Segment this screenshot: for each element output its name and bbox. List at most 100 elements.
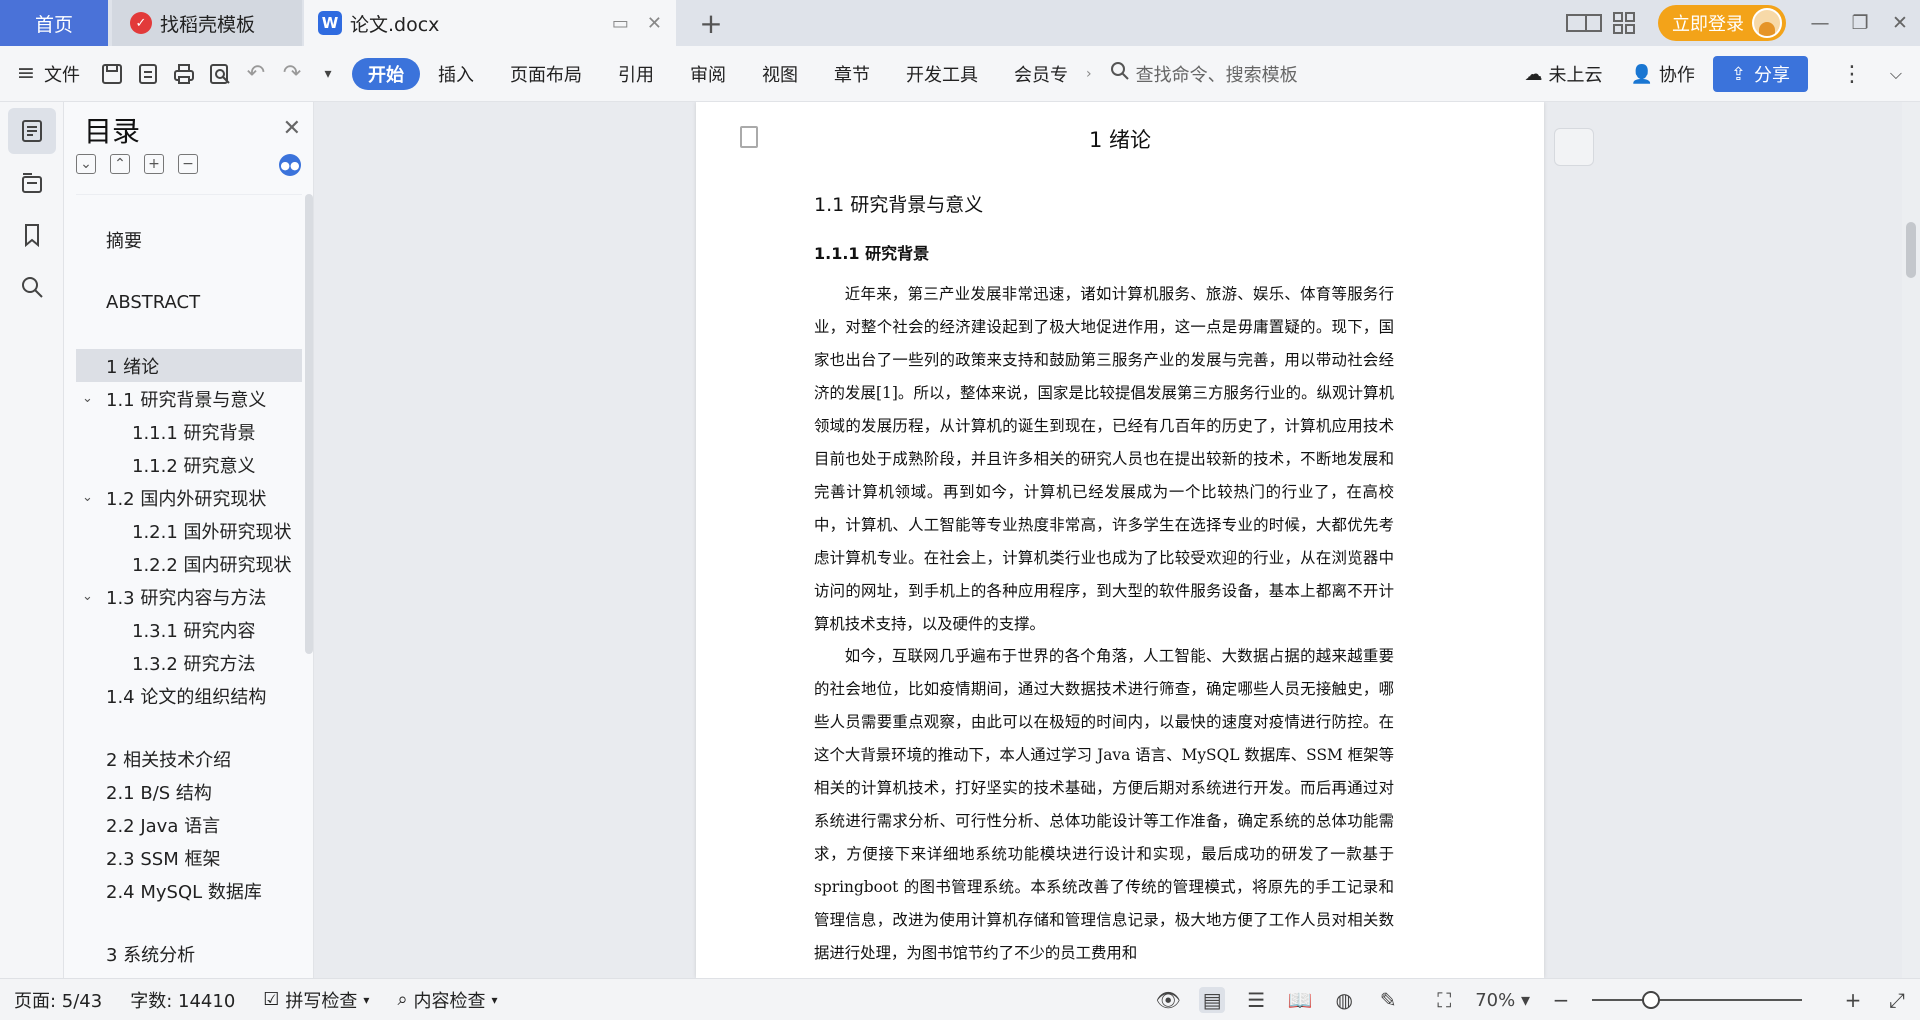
menu-icon[interactable]: ≡ (8, 46, 44, 102)
zoom-slider[interactable] (1592, 991, 1802, 1009)
content-check-icon: ⌕ (397, 989, 408, 1010)
login-button[interactable]: 立即登录 (1658, 5, 1786, 41)
collapse-ribbon-icon[interactable]: ⌵ (1878, 46, 1914, 102)
toc-item[interactable]: 2.3 SSM 框架 (76, 841, 302, 874)
user-add-icon: 👤 (1630, 63, 1653, 85)
chevron-down-icon[interactable]: ⌄ (82, 589, 100, 604)
new-tab-icon[interactable]: + (694, 6, 728, 40)
body-paragraph: 近年来，第三产业发展非常迅速，诸如计算机服务、旅游、娱乐、体育等服务行业，对整个… (814, 285, 1394, 633)
web-view-icon[interactable]: ◍ (1331, 987, 1357, 1013)
tab-developer[interactable]: 开发工具 (888, 46, 996, 102)
expand-all-icon[interactable]: ⌄ (76, 154, 96, 174)
toc-panel-icon[interactable] (8, 108, 56, 154)
toc-item[interactable]: 2.1 B/S 结构 (76, 775, 302, 808)
toc-item[interactable]: 1.4 论文的组织结构 (76, 679, 302, 712)
toc-item[interactable]: 1.2.2 国内研究现状 (76, 547, 302, 580)
more-options-icon[interactable]: ⋮ (1834, 46, 1870, 102)
tab-home[interactable]: 首页 (0, 0, 108, 46)
cloud-status[interactable]: ☁ 未上云 (1514, 46, 1612, 102)
print-preview-icon[interactable] (202, 46, 238, 102)
chapter-nav-icon[interactable] (8, 160, 56, 206)
float-toolbar-button[interactable] (1554, 128, 1594, 166)
undo-icon[interactable]: ↶ (238, 46, 274, 102)
add-heading-icon[interactable]: + (144, 154, 164, 174)
reading-mode-icon[interactable] (1564, 0, 1604, 46)
toc-item[interactable]: 1.2.1 国外研究现状 (76, 514, 302, 547)
close-tab-icon[interactable]: ✕ (647, 13, 662, 34)
close-icon[interactable]: ✕ (283, 116, 301, 141)
toc-item[interactable]: ⌄ 1.3 研究内容与方法 (76, 580, 302, 613)
zoom-level[interactable]: 70% ▾ (1475, 990, 1530, 1011)
tab-template[interactable]: ✓ 找稻壳模板 (112, 0, 302, 46)
tab-review[interactable]: 审阅 (672, 46, 744, 102)
zoom-out-icon[interactable]: − (1548, 987, 1574, 1013)
chevron-down-icon[interactable]: ⌄ (82, 490, 100, 505)
eye-protection-icon[interactable]: 👁 (1155, 987, 1181, 1013)
document-page[interactable]: 1 绪论 1.1 研究背景与意义 1.1.1 研究背景 近年来，第三产业发展非常… (696, 102, 1544, 978)
toc-item[interactable]: 2.4 MySQL 数据库 (76, 874, 302, 907)
restore-icon[interactable]: ❐ (1840, 0, 1880, 46)
toc-item[interactable]: ABSTRACT (76, 286, 302, 319)
chevron-down-icon[interactable]: ⌄ (82, 391, 100, 406)
zoom-slider-knob[interactable] (1641, 991, 1660, 1009)
tab-member[interactable]: 会员专 (996, 46, 1086, 102)
zoom-in-icon[interactable]: + (1840, 987, 1866, 1013)
file-menu[interactable]: 文件 (44, 46, 94, 102)
toc-item[interactable]: 摘要 (76, 223, 302, 256)
tab-document[interactable]: W 论文.docx ▭ ✕ (304, 0, 676, 46)
tab-start[interactable]: 开始 (352, 57, 420, 90)
reading-view-icon[interactable]: 📖 (1287, 987, 1313, 1013)
toc-item[interactable]: 1.3.2 研究方法 (76, 646, 302, 679)
tab-insert[interactable]: 插入 (420, 46, 492, 102)
page-indicator[interactable]: 页面: 5/43 (0, 987, 116, 1013)
fit-page-icon[interactable]: ⛶ (1431, 987, 1457, 1013)
avatar-icon (1752, 8, 1782, 38)
command-search[interactable]: 查找命令、搜索模板 (1110, 46, 1298, 102)
write-view-icon[interactable]: ✎ (1375, 987, 1401, 1013)
tab-references[interactable]: 引用 (600, 46, 672, 102)
close-window-icon[interactable]: ✕ (1880, 0, 1920, 46)
navigation-rail (0, 102, 64, 978)
customize-dropdown-icon[interactable]: ▾ (310, 46, 346, 102)
export-icon[interactable] (130, 46, 166, 102)
toc-item[interactable]: 2.2 Java 语言 (76, 808, 302, 841)
content-check-button[interactable]: ⌕ 内容检查 ▾ (383, 987, 511, 1013)
save-icon[interactable] (94, 46, 130, 102)
redo-icon[interactable]: ↷ (274, 46, 310, 102)
minimize-icon[interactable]: — (1800, 0, 1840, 46)
find-icon[interactable] (8, 264, 56, 310)
collab-button[interactable]: 👤 协作 (1620, 46, 1704, 102)
toc-item[interactable]: 1.1.1 研究背景 (76, 415, 302, 448)
login-label: 立即登录 (1672, 14, 1744, 35)
scrollbar-thumb[interactable] (1906, 222, 1916, 278)
ribbon-toolbar: ≡ 文件 ↶ ↷ ▾ 开始 插入 页面布局 引用 审阅 视图 章节 开发工具 会… (0, 46, 1920, 102)
screen-icon[interactable]: ▭ (612, 13, 629, 34)
spell-check-button[interactable]: ☑ 拼写检查 ▾ (249, 987, 383, 1013)
word-count[interactable]: 字数: 14410 (116, 987, 249, 1013)
ai-assistant-icon[interactable]: ●● (279, 154, 301, 176)
page-view-icon[interactable]: ▤ (1199, 987, 1226, 1013)
collapse-all-icon[interactable]: ⌃ (110, 154, 130, 174)
more-tabs-icon[interactable]: › (1086, 46, 1092, 102)
toc-item[interactable]: 1.1.2 研究意义 (76, 448, 302, 481)
outline-view-icon[interactable]: ☰ (1243, 987, 1269, 1013)
tab-view[interactable]: 视图 (744, 46, 816, 102)
document-canvas[interactable]: 1 绪论 1.1 研究背景与意义 1.1.1 研究背景 近年来，第三产业发展非常… (314, 102, 1902, 978)
tab-page-layout[interactable]: 页面布局 (492, 46, 600, 102)
toc-item[interactable]: 3 系统分析 (76, 937, 302, 970)
document-scrollbar[interactable] (1902, 102, 1920, 978)
toc-item[interactable]: ⌄ 1.1 研究背景与意义 (76, 382, 302, 415)
bookmark-icon[interactable] (8, 212, 56, 258)
remove-heading-icon[interactable]: − (178, 154, 198, 174)
print-icon[interactable] (166, 46, 202, 102)
toc-item[interactable]: 2 相关技术介绍 (76, 742, 302, 775)
toc-item[interactable]: 1 绪论 (76, 349, 302, 382)
toc-scrollbar[interactable] (305, 194, 313, 654)
apps-grid-icon[interactable] (1604, 0, 1644, 46)
toc-item[interactable]: 1.3.1 研究内容 (76, 613, 302, 646)
body-paragraph: 如今，互联网几乎遍布于世界的各个角落，人工智能、大数据占据的越来越重要的社会地位… (814, 647, 1394, 962)
toc-item[interactable]: ⌄ 1.2 国内外研究现状 (76, 481, 302, 514)
share-button[interactable]: ⇪ 分享 (1712, 56, 1808, 92)
tab-sections[interactable]: 章节 (816, 46, 888, 102)
fullscreen-icon[interactable]: ⤢ (1884, 987, 1910, 1013)
